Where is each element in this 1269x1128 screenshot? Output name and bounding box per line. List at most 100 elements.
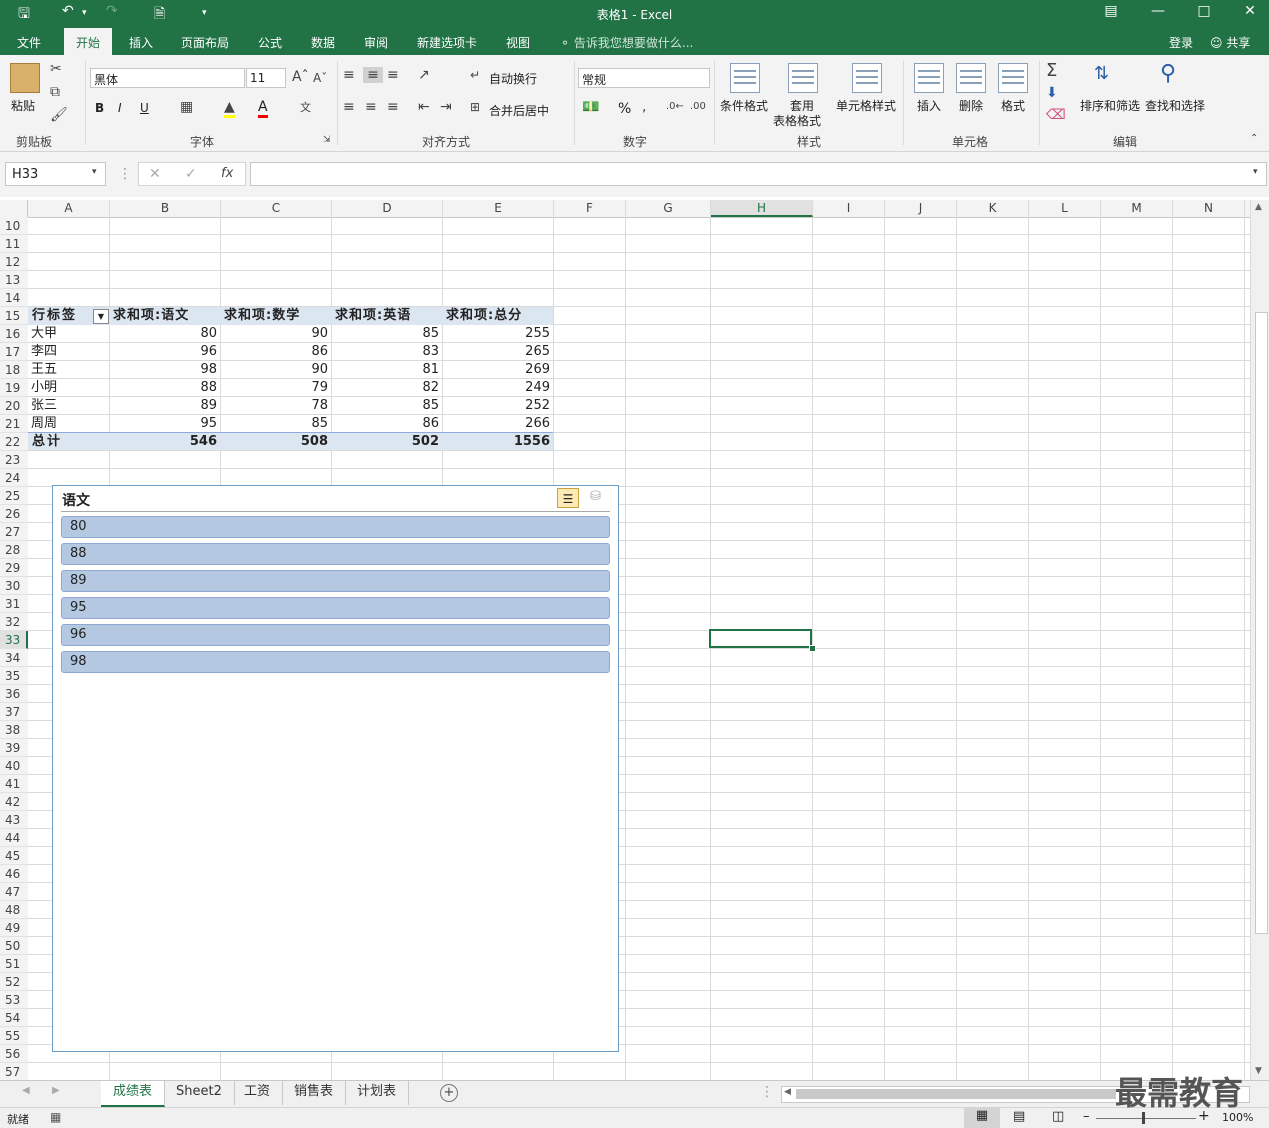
fill-handle[interactable] [809, 645, 816, 652]
row-header-30[interactable]: 30 [0, 577, 28, 595]
column-header-e[interactable]: E [443, 200, 554, 217]
tab-data[interactable]: 数据 [311, 34, 335, 51]
row-header-35[interactable]: 35 [0, 667, 28, 685]
scroll-left-icon[interactable]: ◀ [784, 1087, 791, 1097]
column-header-m[interactable]: M [1101, 200, 1173, 217]
slicer-item[interactable]: 88 [61, 543, 610, 565]
row-header-19[interactable]: 19 [0, 379, 28, 397]
row-header-28[interactable]: 28 [0, 541, 28, 559]
column-header-n[interactable]: N [1173, 200, 1245, 217]
normal-view-icon[interactable]: ▦ [964, 1108, 1000, 1128]
comma-style-icon[interactable]: , [642, 99, 646, 115]
cell-styles-button[interactable]: 单元格样式 [836, 97, 896, 114]
cut-icon[interactable]: ✂ [50, 61, 62, 77]
increase-font-icon[interactable]: Aˆ [292, 69, 309, 85]
format-painter-icon[interactable]: 🖌 [50, 107, 68, 123]
decrease-font-icon[interactable]: Aˇ [313, 71, 327, 85]
merge-center-button[interactable]: 合并后居中 [489, 102, 549, 119]
row-header-11[interactable]: 11 [0, 235, 28, 253]
tab-split-handle-icon[interactable]: ⋮ [760, 1084, 774, 1100]
formula-input[interactable] [250, 162, 1267, 186]
font-size-select[interactable]: 11 [246, 68, 286, 88]
font-dialog-launcher-icon[interactable]: ⇲ [323, 135, 331, 145]
row-header-38[interactable]: 38 [0, 721, 28, 739]
paste-button[interactable]: 粘贴 [11, 97, 35, 114]
formula-bar-handle-icon[interactable]: ⋮ [118, 166, 132, 182]
tab-home[interactable]: 开始 [64, 28, 113, 55]
align-bottom-icon[interactable]: ≡ [387, 67, 399, 83]
clear-filter-icon[interactable]: ⛁ [590, 489, 601, 504]
insert-cells-button[interactable]: 插入 [917, 97, 941, 114]
percent-button[interactable]: % [618, 101, 631, 117]
sort-filter-icon[interactable]: ⇅ [1094, 63, 1109, 84]
zoom-out-icon[interactable]: – [1083, 1109, 1090, 1124]
tab-new-tab[interactable]: 新建选项卡 [417, 34, 477, 51]
row-header-18[interactable]: 18 [0, 361, 28, 379]
bold-button[interactable]: B [95, 101, 104, 115]
row-header-25[interactable]: 25 [0, 487, 28, 505]
slicer-item[interactable]: 96 [61, 624, 610, 646]
row-header-14[interactable]: 14 [0, 289, 28, 307]
row-header-23[interactable]: 23 [0, 451, 28, 469]
row-header-36[interactable]: 36 [0, 685, 28, 703]
format-cells-icon[interactable] [998, 63, 1028, 93]
row-header-53[interactable]: 53 [0, 991, 28, 1009]
row-header-10[interactable]: 10 [0, 217, 28, 235]
column-header-l[interactable]: L [1029, 200, 1101, 217]
column-header-g[interactable]: G [626, 200, 711, 217]
column-header-d[interactable]: D [332, 200, 443, 217]
decrease-indent-icon[interactable]: ⇤ [418, 99, 430, 115]
row-header-57[interactable]: 57 [0, 1063, 28, 1081]
slicer-item[interactable]: 95 [61, 597, 610, 619]
slicer-item[interactable]: 89 [61, 570, 610, 592]
sheet-tab[interactable]: 成绩表 [101, 1081, 166, 1107]
format-as-table-icon[interactable] [788, 63, 818, 93]
fill-icon[interactable]: ⬇ [1046, 85, 1058, 101]
row-header-39[interactable]: 39 [0, 739, 28, 757]
maximize-icon[interactable]: □ [1190, 3, 1218, 19]
insert-function-button[interactable]: fx [221, 166, 233, 181]
sort-filter-button[interactable]: 排序和筛选 [1080, 97, 1140, 114]
fill-color-icon[interactable]: ▲ [224, 99, 235, 118]
column-header-c[interactable]: C [221, 200, 332, 217]
paste-icon[interactable] [10, 63, 40, 93]
row-header-49[interactable]: 49 [0, 919, 28, 937]
column-header-i[interactable]: I [813, 200, 885, 217]
row-header-46[interactable]: 46 [0, 865, 28, 883]
minimize-icon[interactable]: — [1144, 3, 1172, 19]
row-header-33[interactable]: 33 [0, 631, 28, 649]
new-sheet-icon[interactable]: + [440, 1084, 458, 1102]
borders-icon[interactable]: ▦ [180, 99, 193, 115]
row-header-43[interactable]: 43 [0, 811, 28, 829]
row-header-50[interactable]: 50 [0, 937, 28, 955]
collapse-ribbon-icon[interactable]: ⌃ [1250, 133, 1258, 144]
conditional-format-button[interactable]: 条件格式 [720, 97, 768, 114]
column-header-f[interactable]: F [554, 200, 626, 217]
column-header-k[interactable]: K [957, 200, 1029, 217]
row-header-55[interactable]: 55 [0, 1027, 28, 1045]
row-header-13[interactable]: 13 [0, 271, 28, 289]
tab-page-layout[interactable]: 页面布局 [181, 34, 229, 51]
conditional-format-icon[interactable] [730, 63, 760, 93]
orientation-icon[interactable]: ↗ [418, 67, 430, 83]
tab-insert[interactable]: 插入 [129, 34, 153, 51]
decrease-decimal-icon[interactable]: .00 [690, 101, 706, 112]
row-header-56[interactable]: 56 [0, 1045, 28, 1063]
increase-decimal-icon[interactable]: .0← [666, 101, 684, 112]
sign-in-link[interactable]: 登录 [1169, 34, 1193, 51]
row-header-12[interactable]: 12 [0, 253, 28, 271]
align-right-icon[interactable]: ≡ [387, 99, 399, 115]
active-cell-h33[interactable] [709, 629, 812, 648]
expand-formula-bar-icon[interactable]: ▾ [1253, 167, 1258, 177]
font-color-icon[interactable]: A [258, 99, 268, 118]
align-center-icon[interactable]: ≡ [365, 99, 377, 115]
multi-select-icon[interactable]: ☰ [557, 488, 579, 508]
row-header-22[interactable]: 22 [0, 433, 28, 451]
format-cells-button[interactable]: 格式 [1001, 97, 1025, 114]
phonetic-icon[interactable]: 文 [300, 99, 311, 115]
slicer-panel[interactable]: 语文 ☰ ⛁ 80 88 89 95 96 98 [52, 485, 619, 1052]
close-icon[interactable]: ✕ [1236, 3, 1264, 19]
zoom-slider[interactable] [1096, 1118, 1196, 1119]
insert-cells-icon[interactable] [914, 63, 944, 93]
row-header-54[interactable]: 54 [0, 1009, 28, 1027]
